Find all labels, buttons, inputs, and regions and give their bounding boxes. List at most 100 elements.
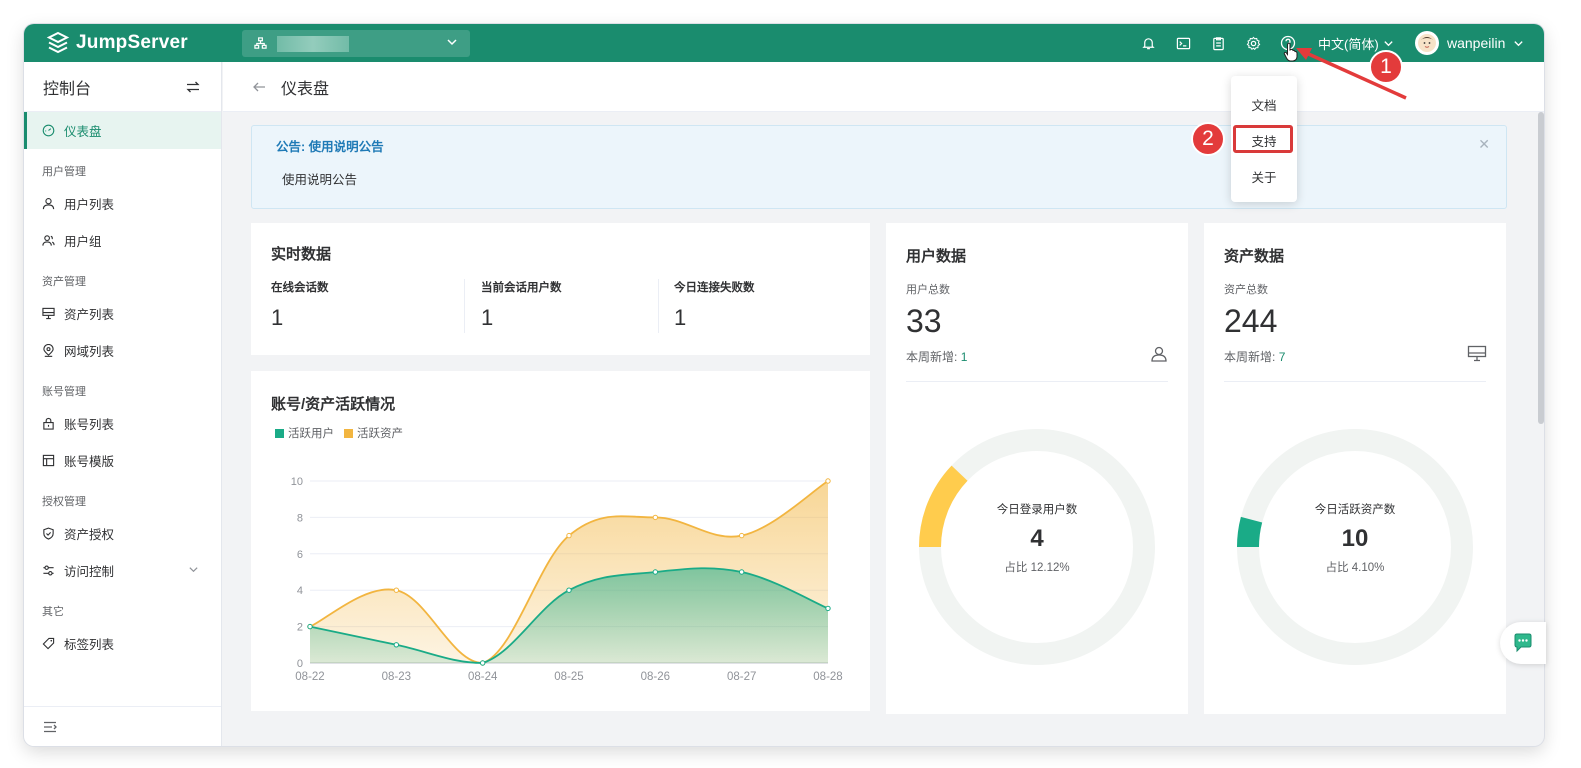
sidebar-item[interactable]: 账号列表 [24, 405, 221, 442]
sidebar-title: 控制台 [43, 80, 92, 98]
lock-icon [42, 417, 55, 430]
donut-value: 10 [1341, 525, 1369, 552]
weekly-value: 1 [960, 350, 968, 364]
metric-failed-connections: 今日连接失败数 1 [674, 279, 755, 331]
user-icon [1151, 346, 1167, 362]
sidebar-item[interactable]: 资产授权 [24, 515, 221, 552]
data-point [652, 514, 659, 521]
asset-total-value: 244 [1224, 303, 1278, 339]
sidebar-group-label: 用户管理 [42, 166, 86, 178]
header-toolbar [1140, 24, 1296, 62]
x-tick-label: 08-28 [813, 671, 842, 683]
sidebar-item-label: 用户列表 [64, 198, 115, 212]
metric-value: 1 [271, 305, 284, 330]
metric-session-users: 当前会话用户数 1 [481, 279, 562, 331]
sidebar-item[interactable]: 网域列表 [24, 332, 221, 369]
metric-label: 在线会话数 [271, 282, 329, 294]
data-point [566, 587, 572, 593]
close-icon[interactable]: ✕ [1478, 136, 1490, 153]
back-arrow-icon[interactable] [251, 79, 267, 95]
asset-total-label: 资产总数 [1224, 284, 1268, 296]
notification-bell-icon[interactable] [1140, 35, 1156, 51]
chat-assistant-button[interactable] [1500, 622, 1546, 664]
y-tick-label: 6 [297, 549, 303, 561]
settings-gear-icon[interactable] [1245, 35, 1261, 51]
hand-cursor-icon [1283, 42, 1298, 62]
data-point [825, 605, 831, 612]
collapse-menu-icon[interactable] [42, 719, 58, 735]
dashboard-icon [42, 124, 55, 137]
x-tick-label: 08-22 [295, 671, 324, 683]
sidebar-item-label: 账号模版 [64, 455, 115, 469]
sidebar-group-label: 授权管理 [42, 496, 86, 508]
sidebar-item-label: 标签列表 [64, 638, 115, 652]
ticket-icon[interactable] [1210, 35, 1226, 51]
organization-icon [254, 37, 267, 49]
menu-item-docs[interactable]: 文档 [1231, 95, 1297, 114]
menu-item-about[interactable]: 关于 [1231, 167, 1297, 186]
organization-name-redacted [277, 35, 349, 52]
sidebar-item-label: 资产授权 [64, 528, 115, 542]
data-point [825, 478, 831, 484]
donut-title: 今日活跃资产数 [1314, 504, 1396, 516]
data-point [738, 532, 745, 539]
metric-value: 1 [674, 305, 687, 330]
sidebar-item[interactable]: 访问控制 [24, 552, 221, 589]
username-label: wanpeilin [1447, 35, 1506, 51]
metric-online-sessions: 在线会话数 1 [271, 279, 329, 331]
donut-title: 今日登录用户数 [996, 504, 1078, 516]
sidebar-item-label: 账号列表 [64, 418, 115, 432]
switch-view-icon[interactable] [185, 79, 201, 95]
user-group-icon [42, 234, 55, 247]
sidebar: 控制台 仪表盘 用户管理 用户列表 用户组 资产管理 资产列表 网域列表 账号管理 账号列表 账号… [24, 62, 222, 746]
step-2-badge: 2 [1191, 122, 1225, 156]
terminal-icon[interactable] [1175, 35, 1191, 51]
y-tick-label: 2 [297, 622, 303, 634]
divider [658, 279, 659, 333]
chevron-down-icon [188, 564, 199, 578]
organization-select[interactable] [242, 30, 470, 57]
sidebar-item[interactable]: 仪表盘 [24, 112, 221, 149]
sidebar-item[interactable]: 资产列表 [24, 295, 221, 332]
tag-icon [42, 637, 55, 650]
donut-center: 今日活跃资产数 10 占比 4.10% [1204, 501, 1506, 575]
data-point [652, 569, 659, 575]
announcement-banner: 公告: 使用说明公告 使用说明公告 ✕ [251, 125, 1507, 209]
chevron-down-icon [1514, 40, 1524, 46]
page-title: 仪表盘 [281, 80, 330, 98]
sidebar-item-label: 用户组 [64, 235, 102, 249]
metric-label: 今日连接失败数 [674, 282, 755, 294]
sidebar-item-label: 仪表盘 [64, 125, 102, 139]
sidebar-item-label: 资产列表 [64, 308, 115, 322]
sidebar-item-label: 访问控制 [64, 565, 115, 579]
sidebar-item[interactable]: 账号模版 [24, 442, 221, 479]
y-tick-label: 8 [297, 512, 303, 524]
sidebar-item-label: 网域列表 [64, 345, 115, 359]
divider [1224, 381, 1486, 382]
monitor-icon [42, 307, 55, 320]
user-total-label: 用户总数 [906, 284, 950, 296]
metric-label: 当前会话用户数 [481, 282, 562, 294]
dashboard-content: 公告: 使用说明公告 使用说明公告 ✕ 实时数据 在线会话数 1 当前会话用户数… [223, 112, 1544, 746]
user-icon [42, 197, 55, 210]
sidebar-item[interactable]: 标签列表 [24, 625, 221, 662]
activity-chart-card: 账号/资产活跃情况 活跃用户 活跃资产 0 2 4 6 8 10 08-22 08-23 08-… [251, 371, 870, 711]
app-logo[interactable]: JumpServer [46, 30, 188, 56]
y-tick-label: 0 [297, 658, 303, 670]
chat-bubble-icon [1514, 633, 1532, 653]
vertical-scrollbar[interactable] [1538, 112, 1544, 424]
asset-data-title: 资产数据 [1224, 248, 1285, 265]
realtime-title: 实时数据 [271, 246, 332, 263]
sidebar-group-label: 资产管理 [42, 276, 86, 288]
divider [464, 279, 465, 333]
data-point [566, 532, 572, 539]
sidebar-item[interactable]: 用户组 [24, 222, 221, 259]
sidebar-collapse-bar [24, 706, 221, 746]
data-point [738, 569, 745, 575]
user-menu[interactable]: wanpeilin [1415, 31, 1524, 55]
sidebar-item[interactable]: 用户列表 [24, 185, 221, 222]
activity-area-chart: 0 2 4 6 8 10 08-22 08-23 08-24 08-25 08-26 08-27 08-… [291, 476, 843, 683]
sidebar-menu: 仪表盘 用户管理 用户列表 用户组 资产管理 资产列表 网域列表 账号管理 账号列表 账号模版 授权… [24, 112, 221, 662]
x-tick-label: 08-27 [727, 671, 756, 683]
data-point [307, 623, 313, 630]
